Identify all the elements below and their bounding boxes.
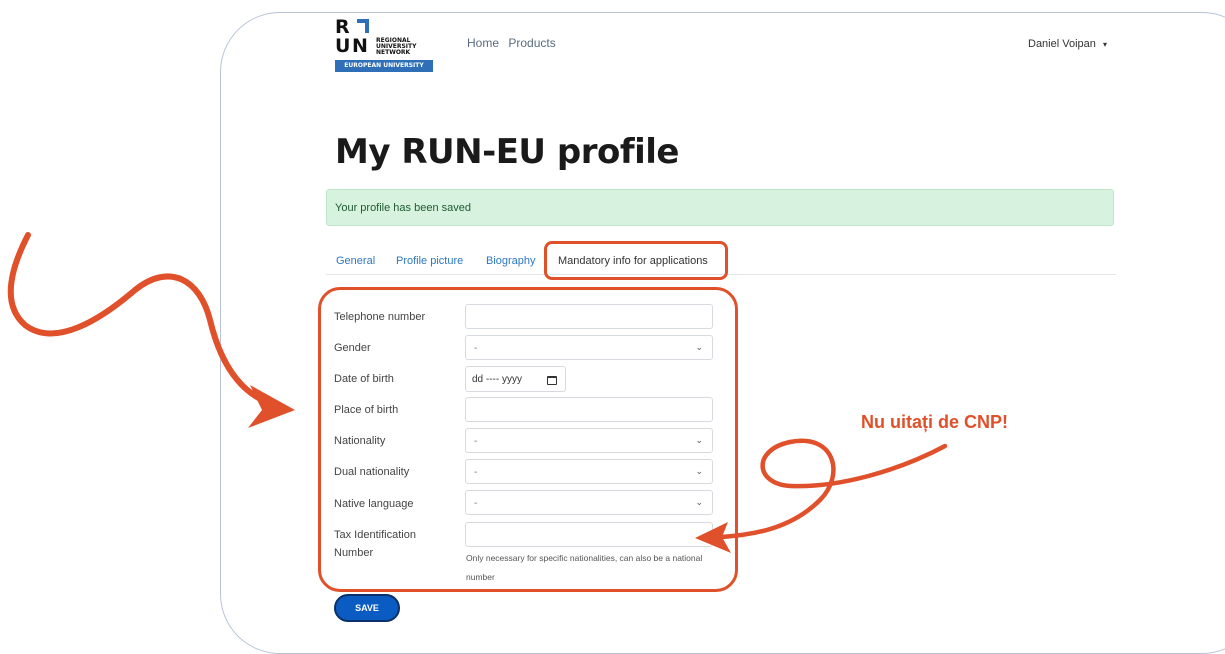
annotation-arrows xyxy=(7,232,948,553)
right-arrow-line xyxy=(719,438,948,540)
left-arrow-line xyxy=(7,232,275,407)
left-arrowhead-icon xyxy=(248,385,295,428)
